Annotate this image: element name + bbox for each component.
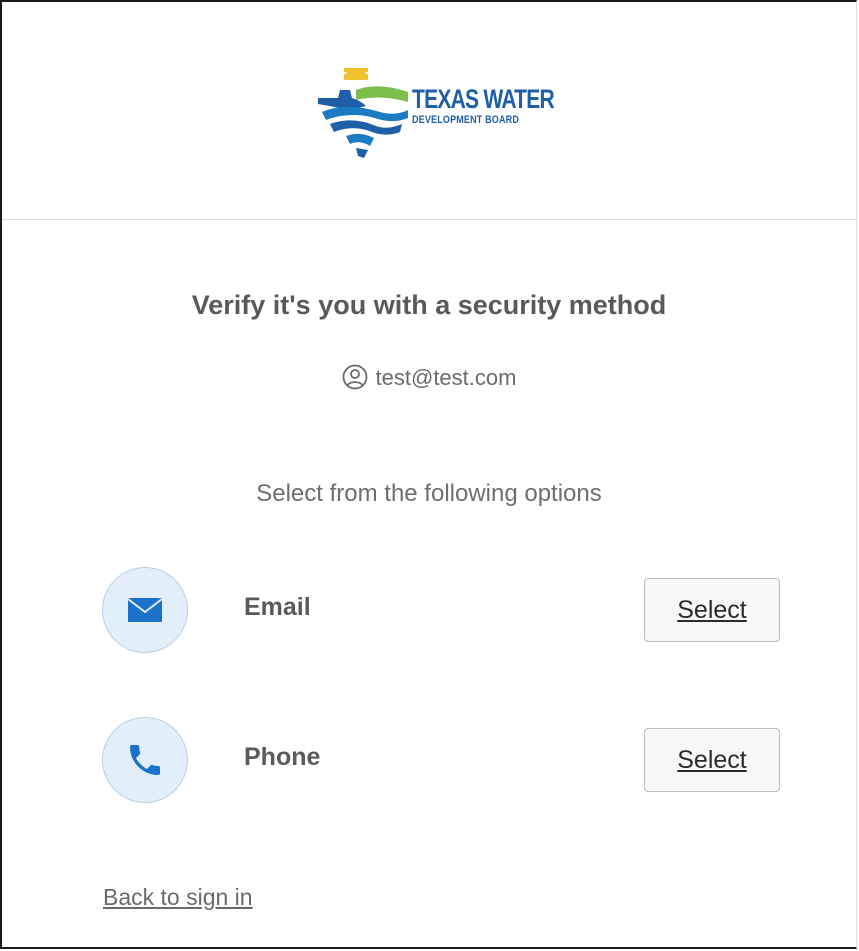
texas-water-logo: TEXAS WATER DEVELOPMENT BOARD [316,64,578,160]
envelope-icon [102,567,188,653]
back-to-sign-in-link[interactable]: Back to sign in [103,884,253,911]
select-phone-button[interactable]: Select [644,728,780,792]
user-circle-icon [342,364,368,396]
header: TEXAS WATER DEVELOPMENT BOARD [2,2,856,220]
verify-card: TEXAS WATER DEVELOPMENT BOARD Verify it'… [0,0,857,949]
option-phone: Phone Select [102,715,782,805]
select-email-button[interactable]: Select [644,578,780,642]
user-email: test@test.com [375,365,517,390]
user-identifier: test@test.com [2,364,856,396]
phone-icon [102,717,188,803]
logo-title: TEXAS WATER [412,84,555,114]
logo-subtitle: DEVELOPMENT BOARD [412,114,520,126]
option-email-label: Email [244,593,311,621]
option-email: Email Select [102,565,782,655]
logo-text: TEXAS WATER DEVELOPMENT BOARD [412,86,594,126]
texas-water-logo-icon [318,68,408,158]
page-title: Verify it's you with a security method [191,290,667,320]
options-subtitle: Select from the following options [256,480,602,507]
option-phone-label: Phone [244,743,321,771]
